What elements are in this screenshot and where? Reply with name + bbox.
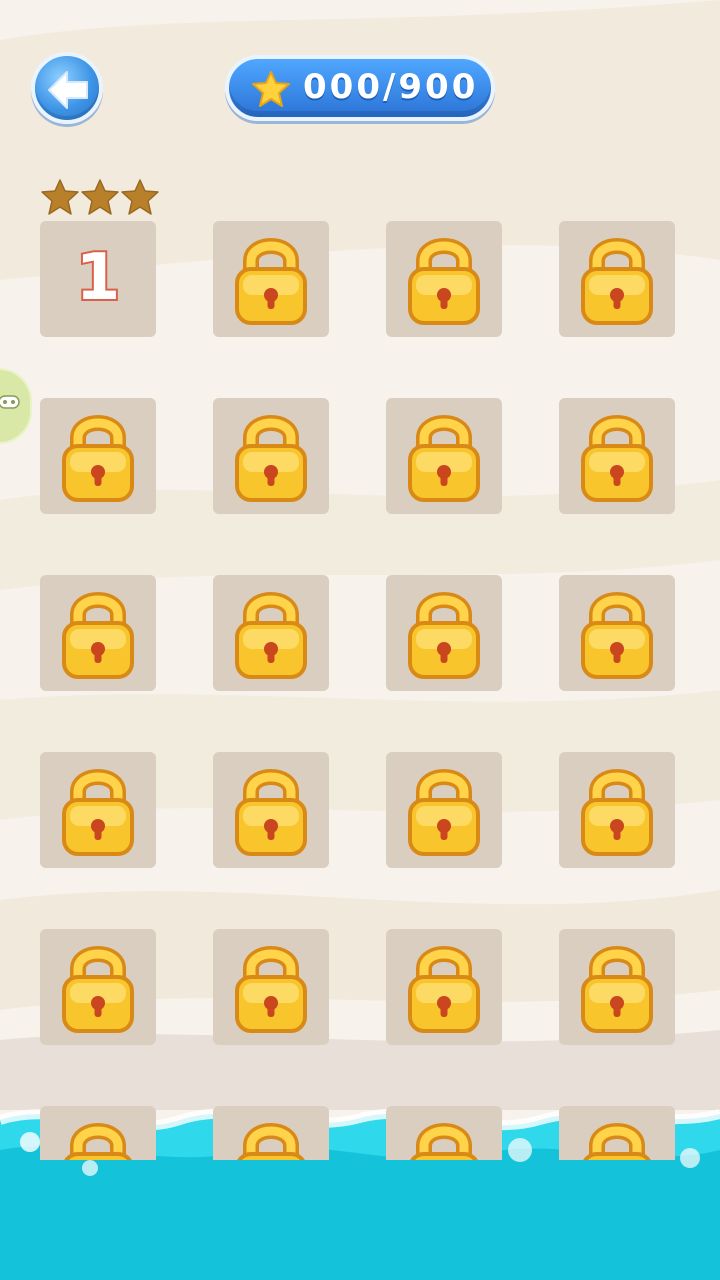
level-tile-locked[interactable] (213, 221, 329, 337)
level-tile-locked[interactable] (213, 929, 329, 1045)
lock-icon (408, 769, 480, 856)
lock-icon (235, 946, 307, 1033)
level-tile-locked[interactable] (559, 221, 675, 337)
lock-icon (581, 592, 653, 679)
star-empty-icon (121, 179, 159, 215)
lock-icon (62, 592, 134, 679)
level-tile-locked[interactable] (40, 398, 156, 514)
level-tile-locked[interactable] (386, 929, 502, 1045)
back-arrow-icon (48, 71, 88, 109)
gamepad-icon (0, 395, 20, 409)
star-score-text: 000/900 (303, 67, 479, 107)
lock-icon (62, 946, 134, 1033)
level-tile-locked[interactable] (559, 1106, 675, 1160)
level-tile-locked[interactable] (40, 575, 156, 691)
lock-icon (408, 592, 480, 679)
lock-icon (583, 1123, 651, 1160)
lock-icon (581, 238, 653, 325)
level-tile-locked[interactable] (386, 398, 502, 514)
lock-icon (237, 1123, 305, 1160)
lock-icon (235, 769, 307, 856)
lock-icon (62, 415, 134, 502)
lock-icon (581, 946, 653, 1033)
level-tile-locked[interactable] (559, 575, 675, 691)
back-button[interactable] (31, 52, 103, 124)
star-empty-icon (81, 179, 119, 215)
lock-icon (408, 238, 480, 325)
level-tile-locked[interactable] (213, 575, 329, 691)
level-tile-locked[interactable] (40, 929, 156, 1045)
level-tile-locked[interactable] (386, 221, 502, 337)
lock-icon (235, 238, 307, 325)
level-tile-locked[interactable] (40, 752, 156, 868)
level-tile-locked[interactable] (40, 1106, 156, 1160)
lock-icon (408, 415, 480, 502)
level-tile-locked[interactable] (213, 752, 329, 868)
star-icon (252, 71, 290, 107)
level-tile-locked[interactable] (386, 1106, 502, 1160)
level-tile-locked[interactable] (559, 752, 675, 868)
level-tile-locked[interactable] (559, 929, 675, 1045)
level-tile-locked[interactable] (213, 1106, 329, 1160)
star-empty-icon (41, 179, 79, 215)
level-1-stars (41, 179, 159, 215)
level-tile-locked[interactable] (213, 398, 329, 514)
lock-icon (408, 946, 480, 1033)
lock-icon (64, 1123, 132, 1160)
level-tile-1[interactable]: 1 (40, 221, 156, 337)
lock-icon (235, 415, 307, 502)
lock-icon (62, 769, 134, 856)
lock-icon (410, 1123, 478, 1160)
level-tile-locked[interactable] (386, 575, 502, 691)
level-tile-locked[interactable] (559, 398, 675, 514)
star-score-display: 000/900 (225, 55, 495, 121)
level-number: 1 (74, 239, 123, 317)
lock-icon (235, 592, 307, 679)
lock-icon (581, 769, 653, 856)
level-tile-locked[interactable] (386, 752, 502, 868)
lock-icon (581, 415, 653, 502)
